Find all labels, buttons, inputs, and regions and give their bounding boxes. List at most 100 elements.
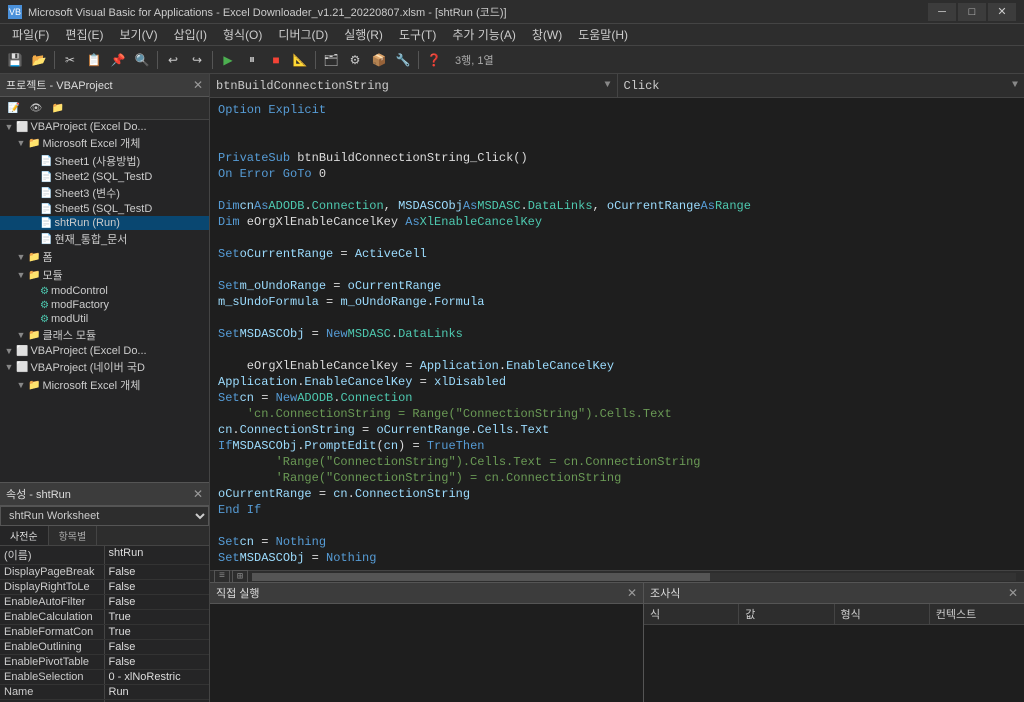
prop-tab-categorized[interactable]: 항목별 <box>49 526 98 545</box>
watch-col-type: 형식 <box>835 604 930 624</box>
prop-tab-alphabetical[interactable]: 사전순 <box>0 526 49 545</box>
tree-item-vbaproject2[interactable]: ▼ ⬜ VBAProject (Excel Do... <box>0 344 209 358</box>
tree-item-classmodules[interactable]: ▼ 📁 클래스 모듈 <box>0 326 209 344</box>
watch-panel-title: 조사식 <box>650 585 680 601</box>
toolbar-file[interactable]: 📂 <box>28 49 50 71</box>
toolbar-objbr[interactable]: 📦 <box>368 49 390 71</box>
tree-item-excel-objects[interactable]: ▼ 📁 Microsoft Excel 개체 <box>0 134 209 152</box>
code-view-btn1[interactable]: ≡ <box>214 570 230 583</box>
code-editor[interactable]: Option Explicit Private Sub btnBuildConn… <box>210 98 1024 570</box>
toolbar-save[interactable]: 💾 <box>4 49 26 71</box>
menu-tools[interactable]: 도구(T) <box>391 24 444 45</box>
tree-item-modfactory[interactable]: ⚙ modFactory <box>0 298 209 312</box>
menu-debug[interactable]: 디버그(D) <box>270 24 336 45</box>
menu-edit[interactable]: 편집(E) <box>57 24 111 45</box>
toolbar-pause[interactable]: ⏸ <box>241 49 263 71</box>
hscroll-thumb[interactable] <box>252 573 710 581</box>
prop-row[interactable]: DisplayRightToLeFalse <box>0 580 209 595</box>
prop-value: False <box>105 655 210 669</box>
code-line: Set MSDASCObj = New MSDASC.DataLinks <box>210 326 1024 342</box>
menu-format[interactable]: 형식(O) <box>215 24 270 45</box>
menu-insert[interactable]: 삽입(I) <box>166 24 215 45</box>
menu-run[interactable]: 실행(R) <box>336 24 391 45</box>
prop-name: Name <box>0 685 105 699</box>
toolbar-copy[interactable]: 📋 <box>83 49 105 71</box>
toolbar-redo[interactable]: ↪ <box>186 49 208 71</box>
menu-file[interactable]: 파일(F) <box>4 24 57 45</box>
project-view-object[interactable]: 👁 <box>26 99 46 117</box>
code-line: cn.ConnectionString = oCurrentRange.Cell… <box>210 422 1024 438</box>
menu-view[interactable]: 보기(V) <box>111 24 165 45</box>
properties-panel-close[interactable]: ✕ <box>193 487 203 501</box>
tree-item-sheet1[interactable]: 📄 Sheet1 (사용방법) <box>0 152 209 170</box>
toolbar-stop[interactable]: ■ <box>265 49 287 71</box>
window-controls[interactable]: ─ □ ✕ <box>928 3 1016 21</box>
prop-row[interactable]: NameRun <box>0 685 209 700</box>
event-dropdown[interactable]: Click ▼ <box>618 74 1024 97</box>
menu-help[interactable]: 도움말(H) <box>570 24 636 45</box>
toolbar-help[interactable]: ❓ <box>423 49 445 71</box>
toolbar-propwin[interactable]: ⚙ <box>344 49 366 71</box>
toolbar-toolbox[interactable]: 🔧 <box>392 49 414 71</box>
prop-row[interactable]: EnablePivotTableFalse <box>0 655 209 670</box>
prop-row[interactable]: EnableOutliningFalse <box>0 640 209 655</box>
tree-item-workbook[interactable]: 📄 현재_통합_문서 <box>0 230 209 248</box>
project-view-code[interactable]: 📝 <box>4 99 24 117</box>
prop-value: Run <box>105 685 210 699</box>
code-view-btn2[interactable]: ⊞ <box>232 570 248 583</box>
menu-addins[interactable]: 추가 기능(A) <box>444 24 524 45</box>
prop-row[interactable]: EnableFormatConTrue <box>0 625 209 640</box>
code-line <box>210 118 1024 134</box>
project-panel-close[interactable]: ✕ <box>193 78 203 92</box>
code-line <box>210 342 1024 358</box>
restore-button[interactable]: □ <box>958 3 986 21</box>
toolbar-undo[interactable]: ↩ <box>162 49 184 71</box>
properties-tabs: 사전순 항목별 <box>0 526 209 546</box>
prop-value: False <box>105 595 210 609</box>
prop-row[interactable]: EnableAutoFilterFalse <box>0 595 209 610</box>
object-dropdown-arrow: ▼ <box>604 80 610 91</box>
close-button[interactable]: ✕ <box>988 3 1016 21</box>
watch-panel-content[interactable] <box>644 625 1024 702</box>
hscroll-track[interactable] <box>252 573 1016 581</box>
prop-row[interactable]: (이름)shtRun <box>0 546 209 565</box>
prop-row[interactable]: EnableCalculationTrue <box>0 610 209 625</box>
menu-window[interactable]: 창(W) <box>524 24 570 45</box>
tree-item-sheet5[interactable]: 📄 Sheet5 (SQL_TestD <box>0 202 209 216</box>
immediate-panel-content[interactable] <box>210 604 643 702</box>
tree-item-forms[interactable]: ▼ 📁 폼 <box>0 248 209 266</box>
immediate-panel-close[interactable]: ✕ <box>627 586 637 600</box>
tree-item-vbaproject3[interactable]: ▼ ⬜ VBAProject (네이버 국D <box>0 358 209 376</box>
watch-panel-close[interactable]: ✕ <box>1008 586 1018 600</box>
code-line: On Error GoTo 0 <box>210 166 1024 182</box>
code-line: End If <box>210 502 1024 518</box>
toolbar-design[interactable]: 📐 <box>289 49 311 71</box>
minimize-button[interactable]: ─ <box>928 3 956 21</box>
toolbar-projectex[interactable]: 🗂 <box>320 49 342 71</box>
prop-row[interactable]: DisplayPageBreakFalse <box>0 565 209 580</box>
tree-item-sheet3[interactable]: 📄 Sheet3 (변수) <box>0 184 209 202</box>
tree-item-modcontrol[interactable]: ⚙ modControl <box>0 284 209 298</box>
project-toggle-folders[interactable]: 📁 <box>48 99 68 117</box>
toolbar-run[interactable]: ▶ <box>217 49 239 71</box>
code-line: 'Range("ConnectionString").Cells.Text = … <box>210 454 1024 470</box>
code-hscroll[interactable]: ≡ ⊞ <box>210 570 1024 582</box>
tree-item-vbaproject1[interactable]: ▼ ⬜ VBAProject (Excel Do... <box>0 120 209 134</box>
toolbar-cut[interactable]: ✂ <box>59 49 81 71</box>
code-line <box>210 518 1024 534</box>
code-line <box>210 262 1024 278</box>
object-dropdown[interactable]: btnBuildConnectionString ▼ <box>210 74 618 97</box>
project-tree[interactable]: ▼ ⬜ VBAProject (Excel Do... ▼ 📁 Microsof… <box>0 120 209 482</box>
tree-item-sheet2[interactable]: 📄 Sheet2 (SQL_TestD <box>0 170 209 184</box>
toolbar-paste[interactable]: 📌 <box>107 49 129 71</box>
prop-row[interactable]: EnableSelection0 - xlNoRestric <box>0 670 209 685</box>
prop-value: True <box>105 625 210 639</box>
properties-object-select[interactable]: shtRun Worksheet <box>0 506 209 526</box>
toolbar-find[interactable]: 🔍 <box>131 49 153 71</box>
project-panel-toolbar: 📝 👁 📁 <box>0 97 209 120</box>
bottom-area: 직접 실행 ✕ 조사식 ✕ 식 값 형식 컨텍스트 <box>210 582 1024 702</box>
tree-item-modutil[interactable]: ⚙ modUtil <box>0 312 209 326</box>
tree-item-shtrun[interactable]: 📄 shtRun (Run) <box>0 216 209 230</box>
tree-item-modules[interactable]: ▼ 📁 모듈 <box>0 266 209 284</box>
tree-item-excel-objects2[interactable]: ▼ 📁 Microsoft Excel 개체 <box>0 376 209 394</box>
